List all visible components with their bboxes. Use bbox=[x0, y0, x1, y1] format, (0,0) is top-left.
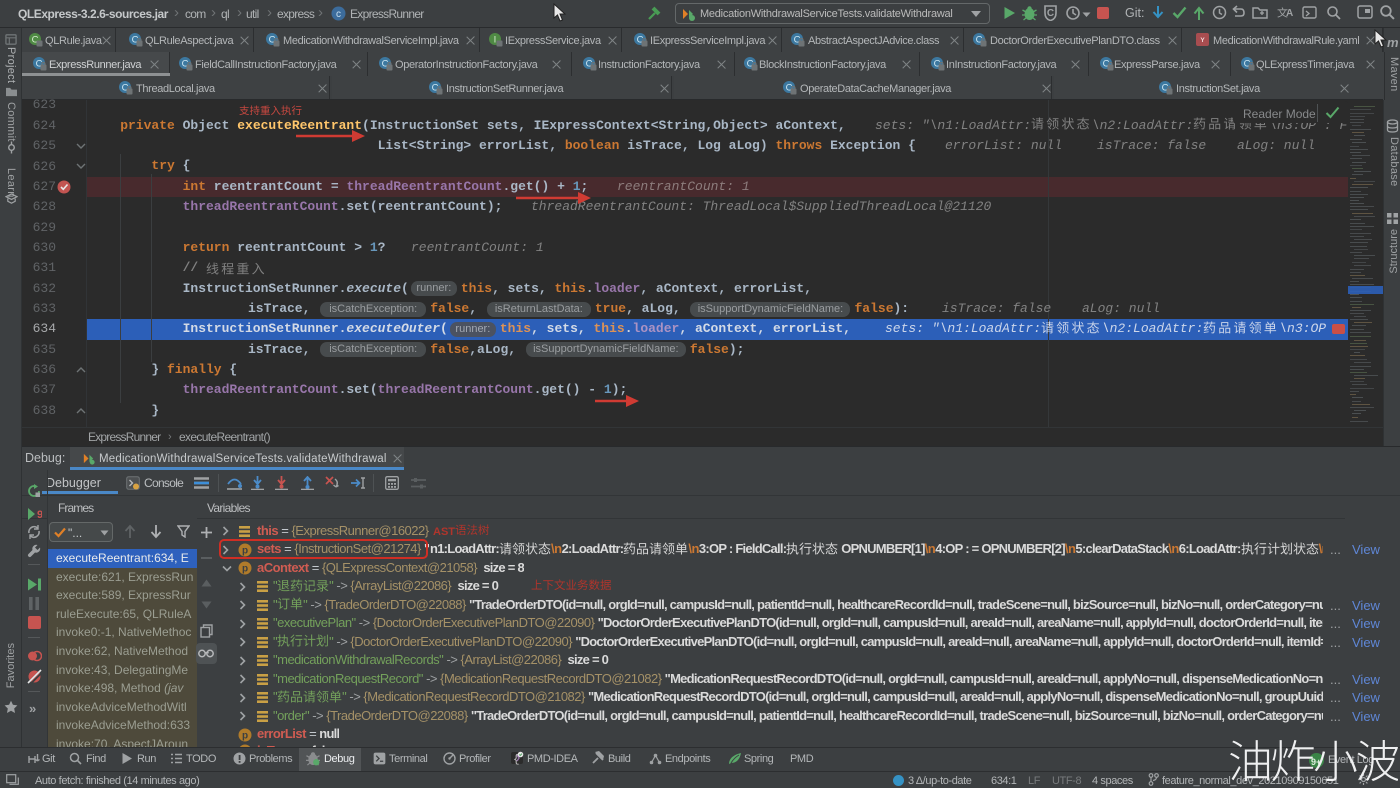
svg-text:C: C bbox=[1047, 8, 1054, 19]
svg-text:c: c bbox=[336, 9, 341, 20]
svg-text:9: 9 bbox=[37, 509, 42, 521]
svg-text:I: I bbox=[494, 35, 497, 46]
svg-text:p: p bbox=[242, 564, 248, 575]
svg-text:Y: Y bbox=[1200, 37, 1205, 44]
svg-text:p: p bbox=[242, 730, 248, 741]
